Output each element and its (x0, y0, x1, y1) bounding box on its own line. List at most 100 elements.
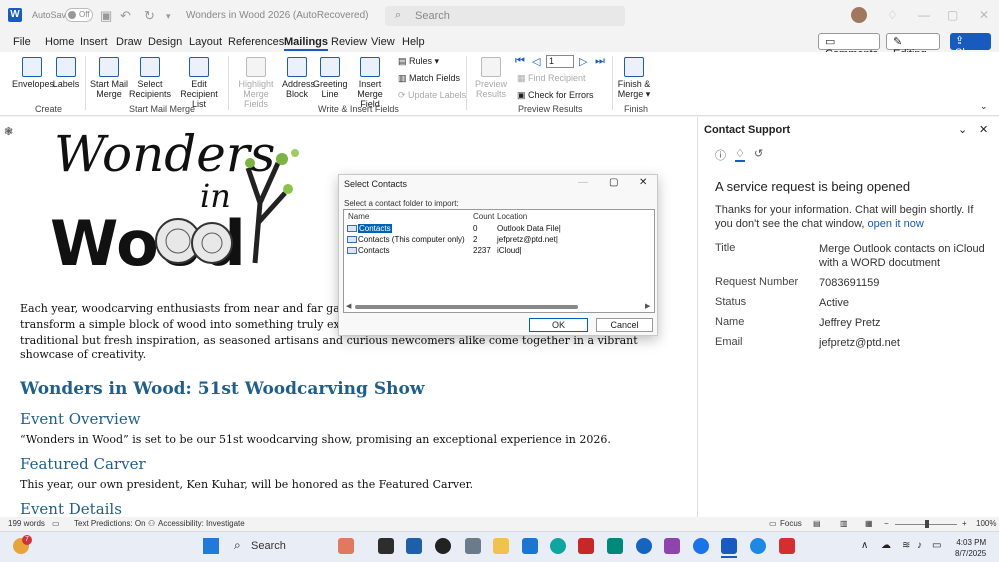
widgets-icon[interactable] (338, 538, 354, 554)
highlight-merge-fields-button[interactable]: Highlight Merge Fields (232, 57, 280, 109)
volume-icon[interactable]: ♪ (917, 540, 922, 551)
zoom-in-icon[interactable]: + (962, 519, 967, 528)
zoom-level[interactable]: 100% (976, 519, 996, 528)
menu-home[interactable]: Home (45, 36, 74, 48)
focus-button[interactable]: Focus (780, 519, 802, 528)
match-fields-button[interactable]: ▥ Match Fields (398, 73, 460, 84)
finish-merge-button[interactable]: Finish & Merge ▾ (616, 57, 652, 99)
comments-button[interactable]: ▭ Comments (818, 33, 880, 60)
pane-options-icon[interactable]: ⌄ (958, 123, 967, 136)
save-icon[interactable]: ▣ (100, 8, 112, 24)
read-mode-icon[interactable]: ▤ (813, 519, 821, 528)
list-item-name[interactable]: Contacts (358, 246, 390, 255)
pane-close-icon[interactable]: ✕ (979, 123, 988, 136)
text-predictions[interactable]: Text Predictions: On (74, 519, 146, 528)
menu-help[interactable]: Help (402, 36, 425, 48)
taskbar-search[interactable]: Search (251, 540, 286, 552)
proofing-icon[interactable]: ▭ (52, 519, 60, 528)
help-icon[interactable]: ⓘ (715, 147, 726, 163)
security-icon[interactable] (779, 538, 795, 554)
column-header-count[interactable]: Count (473, 212, 494, 221)
web-layout-icon[interactable]: ▦ (865, 519, 873, 528)
redo-icon[interactable]: ↻ (144, 8, 155, 24)
insert-merge-field-button[interactable]: Insert Merge Field (347, 57, 393, 109)
undo-icon[interactable]: ↶ (120, 8, 131, 24)
menu-design[interactable]: Design (148, 36, 182, 48)
search-box[interactable]: ⌕ Search (385, 6, 625, 26)
print-layout-icon[interactable]: ▥ (840, 519, 848, 528)
store-icon[interactable] (406, 538, 422, 554)
cancel-button[interactable]: Cancel (596, 318, 653, 332)
record-number-input[interactable]: 1 (546, 55, 574, 68)
menu-review[interactable]: Review (331, 36, 367, 48)
last-record-icon[interactable]: ⏭ (595, 55, 605, 68)
menu-file[interactable]: File (13, 36, 31, 48)
autosave-toggle[interactable]: Off (65, 8, 93, 22)
word-count[interactable]: 199 words (8, 519, 45, 528)
app-icon[interactable] (636, 538, 652, 554)
copilot-app-icon[interactable] (664, 538, 680, 554)
app-icon[interactable] (693, 538, 709, 554)
list-item-name[interactable]: Contacts (358, 224, 392, 233)
dialog-minimize-button[interactable]: — (578, 177, 588, 188)
select-recipients-button[interactable]: Select Recipients (128, 57, 172, 99)
avatar[interactable] (851, 7, 867, 23)
accessibility-status[interactable]: Accessibility: Investigate (158, 519, 245, 528)
word-taskbar-icon[interactable] (721, 538, 737, 554)
scroll-left-icon[interactable]: ◀ (346, 302, 351, 310)
column-header-location[interactable]: Location (497, 212, 527, 221)
battery-icon[interactable]: ▭ (932, 540, 941, 551)
edit-recipient-list-button[interactable]: Edit Recipient List (174, 57, 224, 109)
menu-view[interactable]: View (371, 36, 395, 48)
menu-draw[interactable]: Draw (116, 36, 142, 48)
app-icon[interactable] (578, 538, 594, 554)
edge-icon[interactable] (550, 538, 566, 554)
menu-layout[interactable]: Layout (189, 36, 222, 48)
menu-mailings[interactable]: Mailings (284, 36, 329, 51)
open-chat-link[interactable]: open it now (868, 218, 924, 230)
maximize-button[interactable]: ▢ (947, 8, 958, 22)
first-record-icon[interactable]: ⏮ (515, 55, 525, 68)
envelopes-button[interactable]: Envelopes (12, 57, 54, 89)
close-button[interactable]: ✕ (979, 8, 989, 22)
collapse-ribbon-icon[interactable]: ⌄ (980, 101, 988, 112)
update-labels-button[interactable]: ⟳ Update Labels (398, 90, 466, 101)
column-header-name[interactable]: Name (348, 212, 369, 221)
file-explorer-icon[interactable] (493, 538, 509, 554)
history-icon[interactable]: ↺ (754, 147, 763, 160)
menu-insert[interactable]: Insert (80, 36, 108, 48)
dialog-close-button[interactable]: ✕ (639, 177, 647, 188)
menu-references[interactable]: References (228, 36, 284, 48)
scroll-right-icon[interactable]: ▶ (645, 302, 650, 310)
copilot-icon[interactable]: ❃ (4, 125, 13, 138)
outlook-icon[interactable] (522, 538, 538, 554)
start-mail-merge-button[interactable]: Start Mail Merge (88, 57, 130, 99)
zoom-out-icon[interactable]: − (884, 519, 889, 528)
wifi-icon[interactable]: ≋ (902, 540, 910, 551)
lightbulb-icon[interactable]: ♢ (887, 8, 898, 22)
rules-button[interactable]: ▤ Rules ▾ (398, 56, 439, 67)
show-hidden-icons[interactable]: ∧ (861, 540, 868, 551)
system-clock[interactable]: 4:03 PM 8/7/2025 (955, 537, 986, 559)
dialog-maximize-button[interactable]: ▢ (609, 177, 618, 188)
find-recipient-button[interactable]: ▦ Find Recipient (517, 73, 586, 84)
zoom-slider-thumb[interactable] (925, 520, 929, 528)
labels-button[interactable]: Labels (52, 57, 80, 89)
share-button[interactable]: ⇪ Share (950, 33, 991, 59)
task-view-icon[interactable] (378, 538, 394, 554)
dell-icon[interactable] (435, 538, 451, 554)
windows-start-icon[interactable] (203, 538, 219, 554)
lightbulb-tab-icon[interactable]: ♢ (735, 147, 745, 162)
greeting-line-button[interactable]: Greeting Line (313, 57, 348, 99)
editing-button[interactable]: ✎ Editing ▾ (886, 33, 940, 73)
address-block-button[interactable]: Address Block (282, 57, 315, 99)
photos-icon[interactable] (607, 538, 623, 554)
check-errors-button[interactable]: ▣ Check for Errors (517, 90, 594, 101)
next-record-icon[interactable]: ▷ (579, 55, 587, 68)
app-icon[interactable] (750, 538, 766, 554)
horizontal-scrollbar[interactable] (355, 305, 578, 309)
settings-icon[interactable] (465, 538, 481, 554)
preview-results-button[interactable]: Preview Results (472, 57, 510, 99)
minimize-button[interactable]: — (918, 8, 930, 22)
ok-button[interactable]: OK (529, 318, 588, 332)
